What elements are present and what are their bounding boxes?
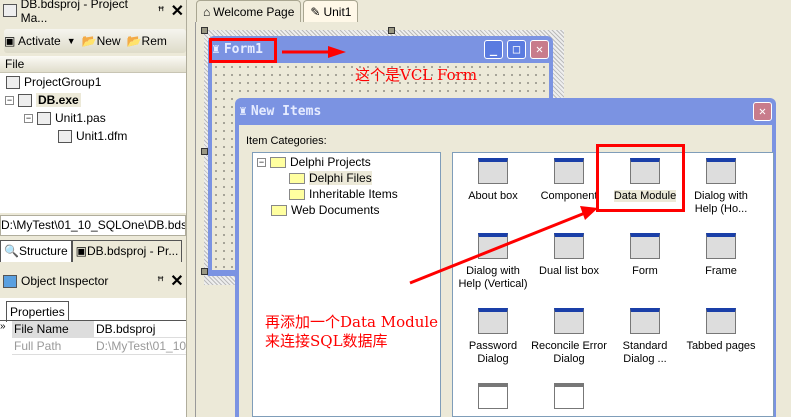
arrow-line [409, 211, 586, 285]
annotation-dm-note-2: 来连接SQL数据库 [265, 332, 388, 350]
annotation-form-note: 这个是VCL Form [355, 66, 478, 84]
arrow-head [580, 206, 598, 220]
annotation-arrows [282, 46, 598, 285]
arrow-head [328, 46, 346, 58]
annotation-dm-note-1: 再添加一个Data Module [265, 313, 439, 331]
